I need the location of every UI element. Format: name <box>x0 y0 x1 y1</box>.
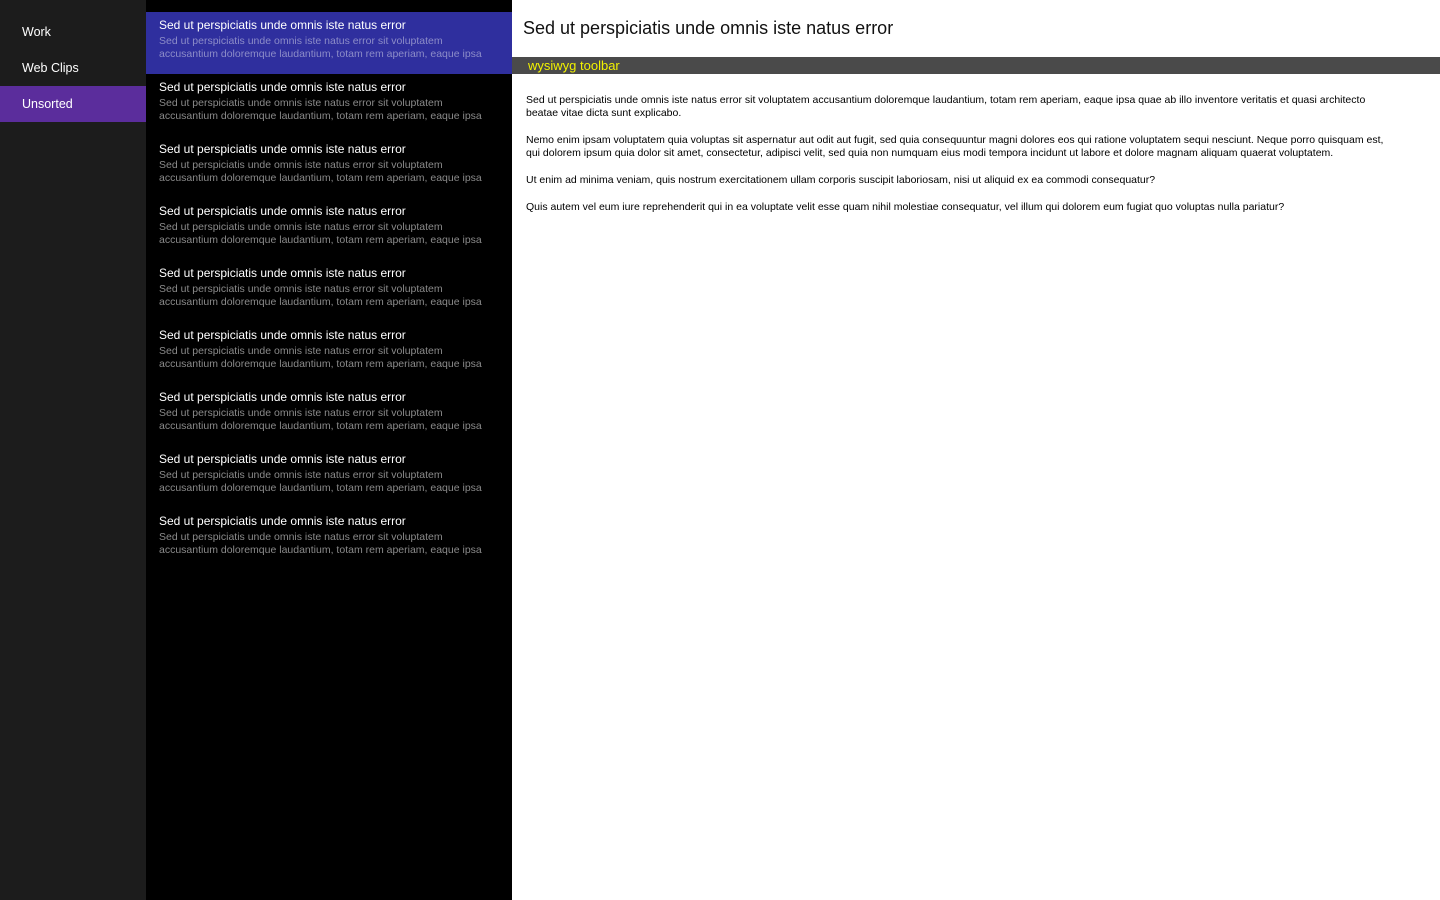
note-list-item[interactable]: Sed ut perspiciatis unde omnis iste natu… <box>146 384 512 446</box>
wysiwyg-toolbar[interactable]: wysiwyg toolbar <box>512 57 1440 74</box>
folder-item-unsorted[interactable]: Unsorted <box>0 86 146 122</box>
note-list-item[interactable]: Sed ut perspiciatis unde omnis iste natu… <box>146 136 512 198</box>
editor-paragraph: Ut enim ad minima veniam, quis nostrum e… <box>526 174 1156 186</box>
note-title: Sed ut perspiciatis unde omnis iste natu… <box>159 204 406 218</box>
note-list-item[interactable]: Sed ut perspiciatis unde omnis iste natu… <box>146 198 512 260</box>
folder-item-web-clips[interactable]: Web Clips <box>0 50 146 86</box>
note-list: Sed ut perspiciatis unde omnis iste natu… <box>146 0 512 900</box>
note-list-item[interactable]: Sed ut perspiciatis unde omnis iste natu… <box>146 12 512 74</box>
note-list-item[interactable]: Sed ut perspiciatis unde omnis iste natu… <box>146 322 512 384</box>
note-list-item[interactable]: Sed ut perspiciatis unde omnis iste natu… <box>146 508 512 570</box>
note-preview: Sed ut perspiciatis unde omnis iste natu… <box>159 35 482 60</box>
note-preview: Sed ut perspiciatis unde omnis iste natu… <box>159 221 482 246</box>
editor-note-title[interactable]: Sed ut perspiciatis unde omnis iste natu… <box>523 18 893 39</box>
note-preview: Sed ut perspiciatis unde omnis iste natu… <box>159 283 482 308</box>
note-title: Sed ut perspiciatis unde omnis iste natu… <box>159 452 406 466</box>
note-title: Sed ut perspiciatis unde omnis iste natu… <box>159 514 406 528</box>
folder-sidebar: Work Web Clips Unsorted <box>0 0 146 900</box>
note-list-item[interactable]: Sed ut perspiciatis unde omnis iste natu… <box>146 260 512 322</box>
note-title: Sed ut perspiciatis unde omnis iste natu… <box>159 80 406 94</box>
note-preview: Sed ut perspiciatis unde omnis iste natu… <box>159 97 482 122</box>
note-editor: Sed ut perspiciatis unde omnis iste natu… <box>512 0 1440 900</box>
folder-item-work[interactable]: Work <box>0 14 146 50</box>
note-list-item[interactable]: Sed ut perspiciatis unde omnis iste natu… <box>146 74 512 136</box>
note-title: Sed ut perspiciatis unde omnis iste natu… <box>159 18 406 32</box>
note-preview: Sed ut perspiciatis unde omnis iste natu… <box>159 345 482 370</box>
toolbar-label: wysiwyg toolbar <box>528 58 620 73</box>
note-preview: Sed ut perspiciatis unde omnis iste natu… <box>159 407 482 432</box>
note-preview: Sed ut perspiciatis unde omnis iste natu… <box>159 531 482 556</box>
app-window: Work Web Clips Unsorted Sed ut perspicia… <box>0 0 1440 900</box>
editor-body[interactable]: Sed ut perspiciatis unde omnis iste natu… <box>526 94 1400 228</box>
note-preview: Sed ut perspiciatis unde omnis iste natu… <box>159 469 482 494</box>
note-title: Sed ut perspiciatis unde omnis iste natu… <box>159 142 406 156</box>
note-title: Sed ut perspiciatis unde omnis iste natu… <box>159 328 406 342</box>
editor-paragraph: Sed ut perspiciatis unde omnis iste natu… <box>526 94 1366 119</box>
note-title: Sed ut perspiciatis unde omnis iste natu… <box>159 266 406 280</box>
note-title: Sed ut perspiciatis unde omnis iste natu… <box>159 390 406 404</box>
editor-paragraph: Quis autem vel eum iure reprehenderit qu… <box>526 201 1285 213</box>
note-list-item[interactable]: Sed ut perspiciatis unde omnis iste natu… <box>146 446 512 508</box>
note-preview: Sed ut perspiciatis unde omnis iste natu… <box>159 159 482 184</box>
editor-paragraph: Nemo enim ipsam voluptatem quia voluptas… <box>526 134 1384 159</box>
